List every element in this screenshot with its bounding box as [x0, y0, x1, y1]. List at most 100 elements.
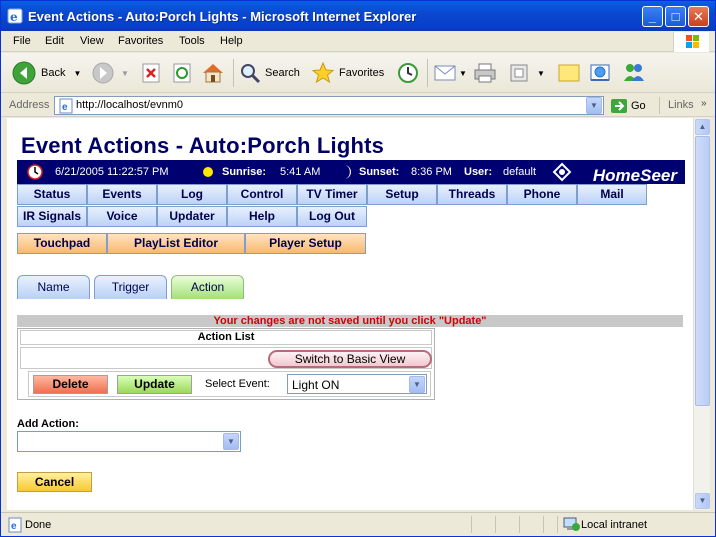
add-action-dropdown[interactable]: ▼	[17, 431, 241, 452]
back-label: Back	[41, 67, 66, 79]
delete-button[interactable]: Delete	[33, 375, 108, 394]
sunset-time: 8:36 PM	[411, 166, 452, 178]
nav-voice[interactable]: Voice	[87, 206, 157, 227]
homeseer-brand: HomeSeer	[592, 166, 677, 185]
update-button[interactable]: Update	[117, 375, 192, 394]
tab-name[interactable]: Name	[17, 275, 90, 299]
history-icon	[398, 63, 418, 83]
search-icon	[241, 64, 261, 84]
favorites-button[interactable]: Favorites	[311, 60, 384, 86]
user-label: User:	[464, 166, 493, 178]
edit-button[interactable]: ▼	[509, 60, 545, 86]
maximize-button[interactable]: □	[665, 6, 686, 27]
sunrise-time: 5:41 AM	[280, 166, 321, 178]
refresh-icon	[173, 63, 191, 83]
close-button[interactable]: ✕	[688, 6, 709, 27]
address-bar: Address e http://localhost/evnm0 ▼ Go Li…	[1, 94, 715, 117]
vertical-scrollbar[interactable]: ▲ ▼	[693, 118, 710, 510]
stop-button[interactable]	[141, 60, 161, 86]
menu-favorites[interactable]: Favorites	[118, 35, 163, 47]
links-label[interactable]: Links	[668, 99, 694, 111]
mail-button[interactable]: ▼	[433, 60, 467, 86]
nav-ir-signals[interactable]: IR Signals	[17, 206, 87, 227]
chevron-down-icon[interactable]: ▼	[223, 433, 239, 450]
select-event-value: Light ON	[292, 378, 340, 392]
sun-icon	[203, 167, 213, 177]
address-input[interactable]: e http://localhost/evnm0 ▼	[54, 96, 604, 115]
scroll-up-button[interactable]: ▲	[695, 119, 710, 135]
menu-file[interactable]: File	[13, 35, 31, 47]
address-label: Address	[9, 99, 50, 111]
home-button[interactable]	[201, 60, 225, 86]
research-button[interactable]	[588, 60, 612, 86]
nav-player-setup[interactable]: Player Setup	[245, 233, 366, 254]
nav-log-out[interactable]: Log Out	[297, 206, 367, 227]
browser-window: e Event Actions - Auto:Porch Lights - Mi…	[0, 0, 716, 537]
address-url: http://localhost/evnm0	[76, 99, 184, 111]
print-button[interactable]	[473, 60, 497, 86]
page-title: Event Actions - Auto:Porch Lights	[21, 133, 385, 158]
menu-help[interactable]: Help	[220, 35, 243, 47]
history-button[interactable]	[396, 60, 420, 86]
nav-control[interactable]: Control	[227, 184, 297, 205]
discuss-button[interactable]	[557, 60, 581, 86]
datetime: 6/21/2005 11:22:57 PM	[55, 166, 169, 178]
back-button[interactable]: Back ▼	[11, 60, 81, 86]
menu-view[interactable]: View	[80, 35, 104, 47]
ie-icon: e	[7, 8, 23, 24]
printer-icon	[474, 63, 496, 83]
nav-phone[interactable]: Phone	[507, 184, 577, 205]
tab-trigger[interactable]: Trigger	[94, 275, 167, 299]
nav-status[interactable]: Status	[17, 184, 87, 205]
switch-basic-view-button[interactable]: Switch to Basic View	[268, 350, 432, 368]
nav-setup[interactable]: Setup	[367, 184, 437, 205]
menu-bar: File Edit View Favorites Tools Help	[1, 31, 715, 52]
tab-action[interactable]: Action	[171, 275, 244, 299]
address-dropdown-button[interactable]: ▼	[586, 97, 602, 114]
svg-text:e: e	[10, 10, 18, 24]
nav-log[interactable]: Log	[157, 184, 227, 205]
search-button[interactable]: Search	[239, 60, 300, 86]
menu-tools[interactable]: Tools	[179, 35, 205, 47]
nav-mail[interactable]: Mail	[577, 184, 647, 205]
nav-threads[interactable]: Threads	[437, 184, 507, 205]
window-title: Event Actions - Auto:Porch Lights - Micr…	[28, 9, 417, 24]
star-icon	[311, 61, 335, 84]
go-label: Go	[631, 99, 646, 112]
nav-playlist-editor[interactable]: PlayList Editor	[107, 233, 245, 254]
scroll-thumb[interactable]	[695, 136, 710, 406]
chevron-down-icon[interactable]: ▼	[409, 376, 425, 393]
forward-button[interactable]: ▼	[91, 60, 129, 86]
go-button[interactable]: Go	[610, 96, 646, 115]
nav-touchpad[interactable]: Touchpad	[17, 233, 107, 254]
links-chevron-icon[interactable]: »	[701, 98, 707, 109]
action-list-header: Action List	[20, 330, 432, 345]
action-controls: Delete Update Select Event: Light ON ▼	[28, 371, 431, 397]
nav-events[interactable]: Events	[87, 184, 157, 205]
action-list-row: Switch to Basic View	[20, 347, 432, 369]
nav-updater[interactable]: Updater	[157, 206, 227, 227]
svg-text:e: e	[62, 102, 68, 113]
page-content: Event Actions - Auto:Porch Lights 6/21/2…	[7, 118, 693, 510]
minimize-button[interactable]: _	[642, 6, 663, 27]
action-list-panel: Action List Switch to Basic View Delete …	[17, 328, 435, 400]
mail-icon	[434, 65, 456, 81]
messenger-icon	[624, 64, 644, 81]
page-done-icon: e	[8, 517, 22, 533]
nav-help[interactable]: Help	[227, 206, 297, 227]
toolbar: Back ▼ ▼ Search Favorites ▼ ▼	[1, 53, 715, 93]
info-bar: 6/21/2005 11:22:57 PM Sunrise: 5:41 AM S…	[17, 160, 685, 185]
add-action-label: Add Action:	[17, 418, 79, 430]
sunrise-label: Sunrise:	[222, 166, 267, 178]
sunset-label: Sunset:	[359, 166, 400, 178]
note-icon	[558, 64, 580, 82]
forward-arrow-icon	[92, 62, 114, 84]
cancel-button[interactable]: Cancel	[17, 472, 92, 492]
messenger-button[interactable]	[621, 60, 647, 86]
select-event-label: Select Event:	[205, 378, 270, 390]
menu-edit[interactable]: Edit	[45, 35, 64, 47]
nav-tv-timer[interactable]: TV Timer	[297, 184, 367, 205]
scroll-down-button[interactable]: ▼	[695, 493, 710, 509]
refresh-button[interactable]	[172, 60, 192, 86]
select-event-dropdown[interactable]: Light ON ▼	[287, 374, 427, 394]
